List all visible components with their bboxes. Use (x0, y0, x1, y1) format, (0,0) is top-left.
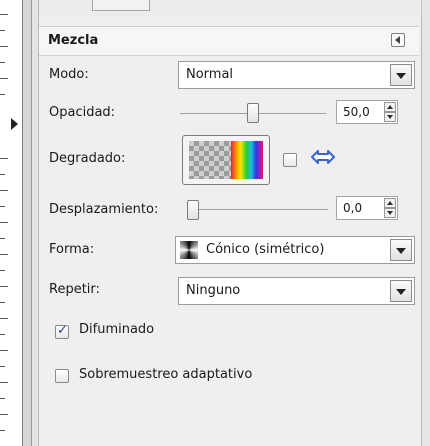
ruler-tick (0, 30, 5, 31)
ruler-tick (0, 14, 8, 15)
mode-dropdown[interactable]: Normal (178, 61, 415, 89)
chevron-down-icon[interactable] (390, 64, 412, 86)
spin-down-icon[interactable] (384, 112, 396, 122)
ruler-tick (0, 62, 5, 63)
ruler-tick (0, 238, 5, 239)
dither-checkbox[interactable] (55, 323, 69, 339)
chevron-down-icon[interactable] (390, 280, 412, 302)
opacity-spinbox[interactable]: 50,0 (336, 100, 398, 124)
ruler-tick (0, 350, 8, 351)
ruler-tick (0, 222, 8, 223)
mode-label: Modo: (49, 67, 89, 82)
offset-slider-track[interactable] (187, 209, 328, 210)
dock-tab[interactable] (92, 0, 150, 11)
opacity-slider-handle[interactable] (247, 103, 259, 123)
mode-value: Normal (186, 67, 234, 82)
ruler-tick (0, 78, 8, 79)
opacity-label: Opacidad: (49, 105, 116, 120)
gradient-selector-button[interactable] (182, 135, 270, 185)
adaptive-supersampling-checkbox[interactable] (55, 369, 69, 383)
panel-title: Mezcla (48, 33, 99, 48)
panel-menu-icon[interactable] (391, 33, 405, 47)
ruler-arrow-icon (11, 118, 18, 130)
ruler-tick (0, 302, 5, 303)
ruler-tick (0, 318, 8, 319)
shape-label: Forma: (49, 242, 95, 257)
opacity-value: 50,0 (343, 105, 370, 119)
ruler-tick (0, 158, 8, 159)
shape-dropdown[interactable]: Cónico (simétrico) (175, 236, 415, 264)
ruler-tick (0, 94, 5, 95)
repeat-label: Repetir: (49, 282, 100, 297)
ruler-tick (0, 366, 5, 367)
opacity-spin-arrows[interactable] (384, 102, 396, 122)
ruler-tick (0, 414, 8, 415)
repeat-value: Ninguno (186, 283, 241, 298)
ruler-tick (0, 286, 8, 287)
dock-scrollbar[interactable] (421, 0, 430, 446)
ruler-tick (0, 46, 8, 47)
gradient-preview (189, 141, 263, 179)
ruler-tick (0, 382, 8, 383)
offset-spinbox[interactable]: 0,0 (336, 196, 398, 220)
spin-up-icon[interactable] (384, 102, 396, 112)
gradient-colors (231, 141, 263, 179)
ruler-tick (0, 270, 5, 271)
spin-up-icon[interactable] (384, 198, 396, 208)
dither-label[interactable]: Difuminado (79, 322, 154, 337)
ruler-tick (0, 430, 5, 431)
repeat-dropdown[interactable]: Ninguno (178, 277, 415, 305)
reverse-gradient-checkbox[interactable] (283, 153, 297, 167)
ruler-tick (0, 334, 5, 335)
ruler-tick (0, 206, 5, 207)
conical-shape-icon (180, 241, 198, 259)
offset-spin-arrows[interactable] (384, 198, 396, 218)
ruler-tick (0, 174, 5, 175)
vertical-ruler (0, 0, 23, 446)
panel-splitter[interactable] (23, 0, 32, 446)
chevron-down-icon[interactable] (390, 239, 412, 261)
offset-slider-handle[interactable] (187, 200, 199, 220)
panel-header: Mezcla (39, 26, 419, 56)
adaptive-supersampling-label[interactable]: Sobremuestreo adaptativo (79, 367, 252, 382)
swap-arrows-icon[interactable] (311, 149, 335, 165)
gradient-label: Degradado: (49, 151, 126, 166)
ruler-tick (0, 398, 5, 399)
ruler-tick (0, 254, 8, 255)
offset-label: Desplazamiento: (49, 202, 159, 217)
spin-down-icon[interactable] (384, 208, 396, 218)
shape-value: Cónico (simétrico) (206, 242, 325, 257)
ruler-tick (0, 190, 8, 191)
offset-value: 0,0 (343, 201, 363, 215)
tool-options-panel: Mezcla Modo: Normal Opacidad: 50,0 Degra… (38, 16, 422, 446)
